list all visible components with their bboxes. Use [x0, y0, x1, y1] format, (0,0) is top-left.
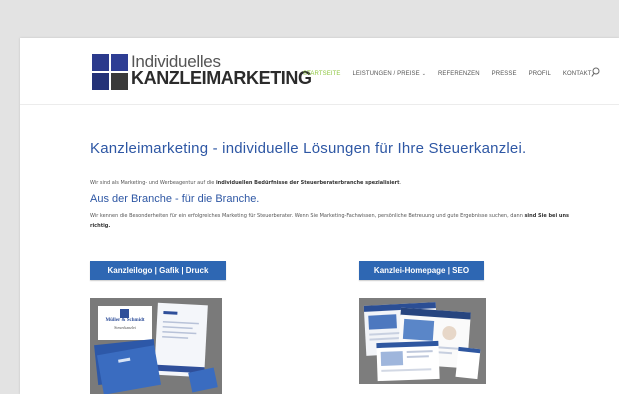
nav-item-presse[interactable]: PRESSE — [492, 71, 517, 77]
para-text: Wir kennen die Besonderheiten für ein er… — [90, 213, 523, 219]
intro-bold: individuellen Bedürfnisse der Steuerbera… — [215, 180, 400, 186]
homepage-thumbnail[interactable] — [359, 298, 486, 384]
main-nav: STARTSEITE LEISTUNGEN / PREISE ⌄ REFERENZ… — [303, 68, 604, 80]
nav-item-profil[interactable]: PROFIL — [529, 71, 551, 77]
browser-page: Individuelles KANZLEIMARKETING STARTSEIT… — [20, 38, 619, 394]
kanzlei-homepage-button[interactable]: Kanzlei-Homepage | SEO — [359, 261, 484, 280]
thumb-brand-line2: Steuerkanzlei — [114, 325, 136, 330]
nav-item-leistungen[interactable]: LEISTUNGEN / PREISE ⌄ — [352, 71, 426, 77]
logo-mark — [92, 54, 128, 90]
nav-item-startseite[interactable]: STARTSEITE — [303, 71, 340, 77]
kanzleilogo-button[interactable]: Kanzleilogo | Gafik | Druck — [90, 261, 226, 280]
nav-item-leistungen-label: LEISTUNGEN / PREISE — [352, 71, 420, 77]
nav-item-kontakt[interactable]: KONTAKT — [563, 71, 592, 77]
section-subtitle: Aus der Branche - für die Branche. — [90, 193, 260, 205]
chevron-down-icon: ⌄ — [421, 71, 426, 77]
site-logo[interactable]: Individuelles KANZLEIMARKETING — [92, 52, 312, 92]
thumb-brand-line1: Müller & Schmidt — [105, 318, 145, 323]
intro-suffix: . — [399, 180, 402, 186]
section-paragraph: Wir kennen die Besonderheiten für ein er… — [90, 211, 590, 231]
stationery-image — [90, 298, 222, 394]
homepage-screens-image — [359, 298, 486, 384]
site-header: Individuelles KANZLEIMARKETING STARTSEIT… — [20, 38, 619, 105]
logo-text-line2: KANZLEIMARKETING — [131, 68, 312, 88]
page-title: Kanzleimarketing - individuelle Lösungen… — [90, 140, 527, 157]
intro-prefix: Wir sind als Marketing- und Werbeagentur… — [90, 180, 215, 186]
intro-text: Wir sind als Marketing- und Werbeagentur… — [90, 180, 401, 186]
nav-item-referenzen[interactable]: REFERENZEN — [438, 71, 480, 77]
search-icon[interactable] — [591, 67, 600, 78]
stationery-thumbnail[interactable]: Müller & Schmidt Steuerkanzlei — [90, 298, 222, 394]
